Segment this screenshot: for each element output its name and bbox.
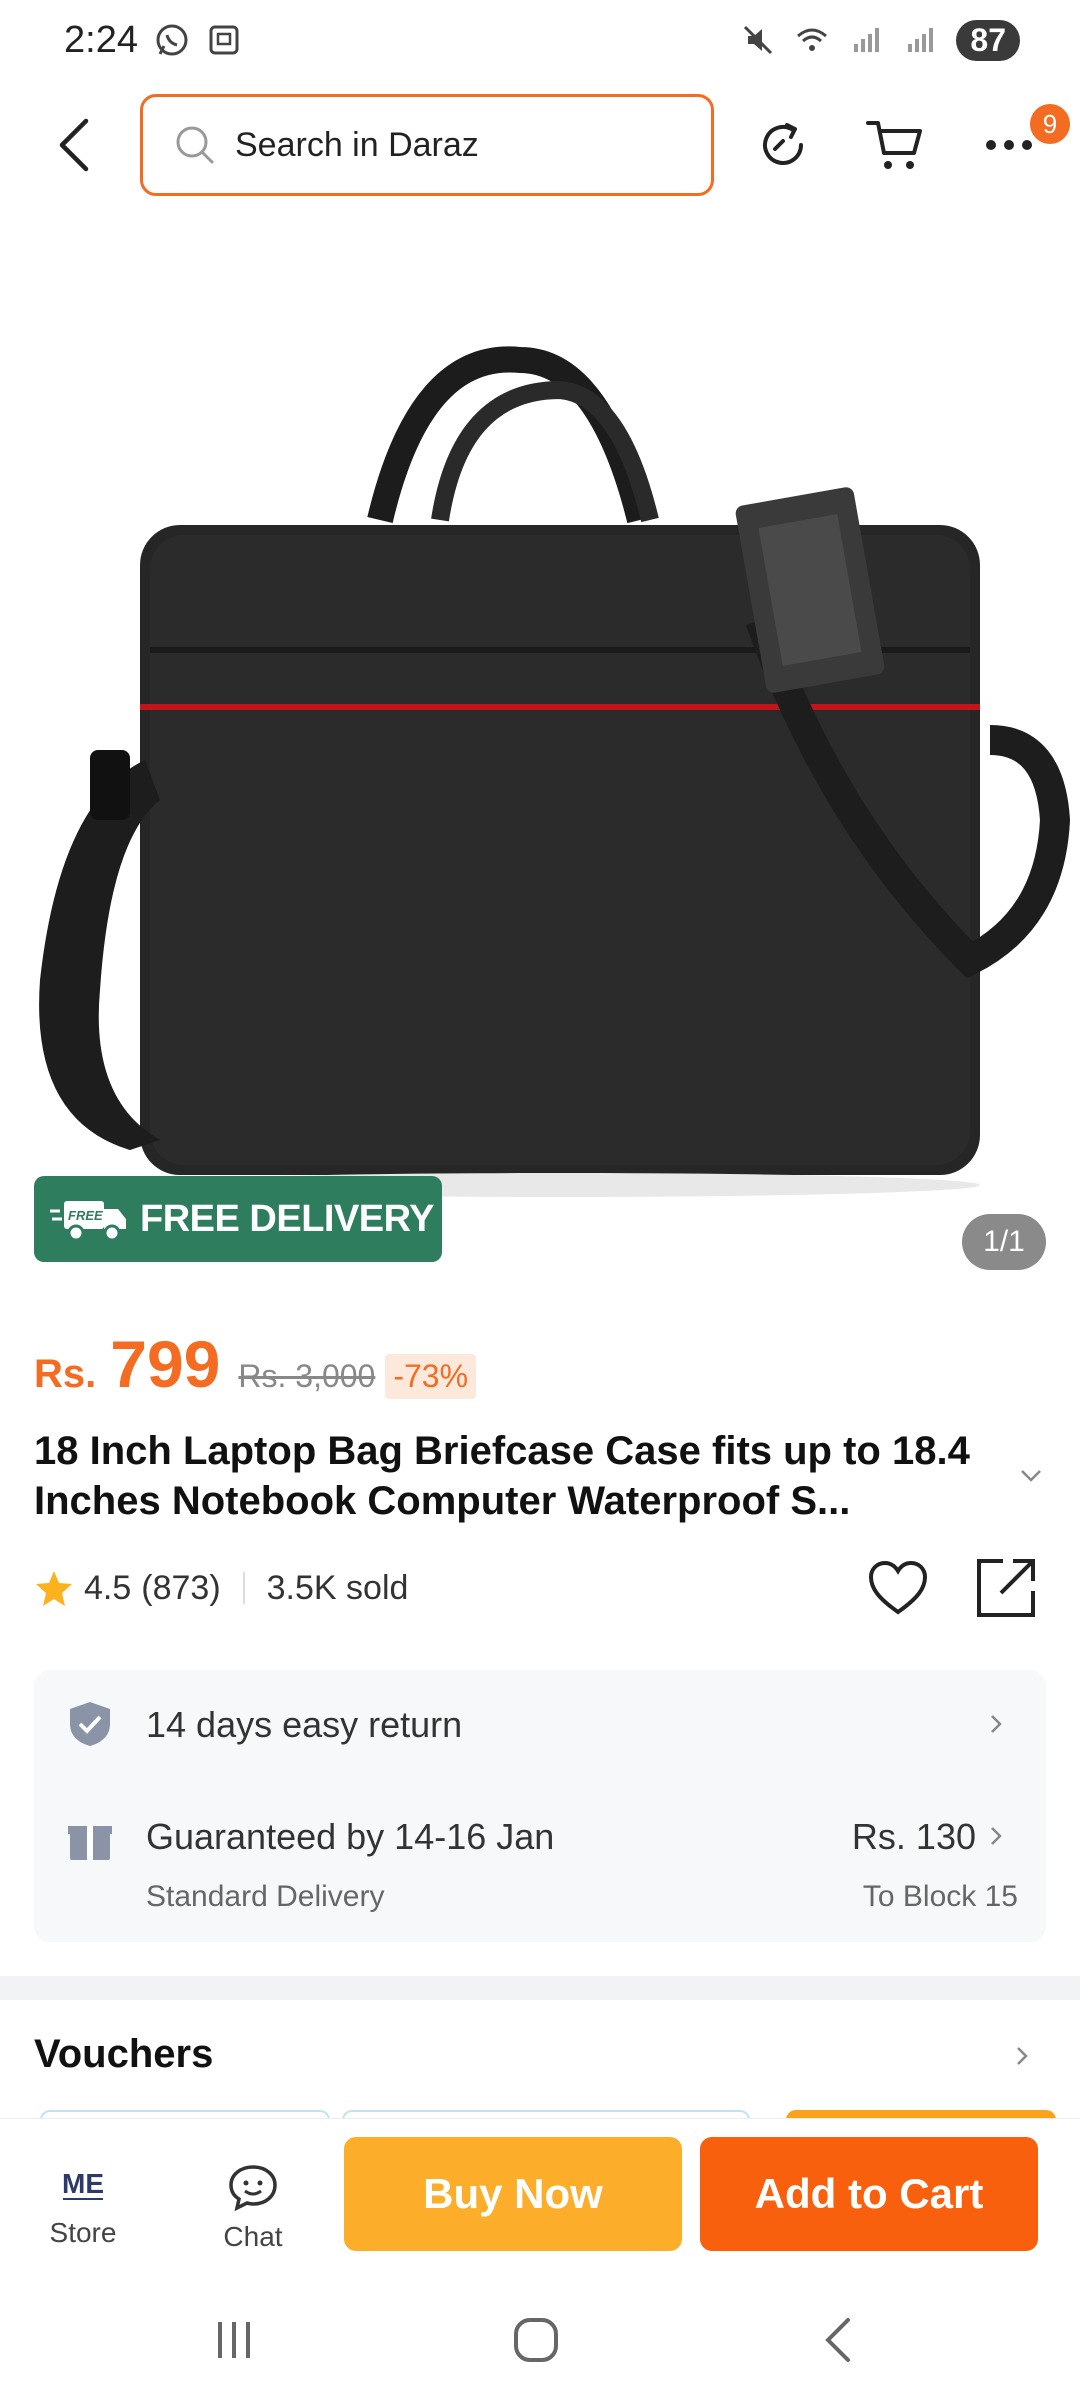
delivery-box-icon [68,1826,112,1860]
price-row: Rs. 799 Rs. 3,000 -73% [34,1326,477,1406]
add-to-cart-button[interactable]: Add to Cart [700,2137,1038,2251]
chat-button[interactable]: Chat [198,2163,308,2253]
chevron-right-icon [991,1715,1002,1733]
status-bar: 2:24 87 [0,0,1080,80]
delivery-row[interactable]: Guaranteed by 14-16 Jan Standard Deliver… [34,1780,1046,1940]
back-icon [825,2318,850,2362]
easy-return-label: 14 days easy return [146,1704,463,1745]
vouchers-title[interactable]: Vouchers [34,2032,213,2077]
chevron-right-icon [991,1827,1002,1845]
history-icon [763,123,803,165]
section-separator [0,1976,1080,2000]
store-button[interactable]: ME Store [28,2163,138,2249]
screenshot-icon [209,25,239,55]
recent-apps-button[interactable] [204,2310,264,2370]
buy-now-button[interactable]: Buy Now [344,2137,682,2251]
wifi-icon [797,28,828,51]
share-icon [977,1559,1035,1617]
whatsapp-icon [156,24,188,56]
price-value: 799 [110,1327,221,1401]
sold-count: 3.5K sold [266,1568,409,1607]
chat-icon [229,2165,277,2211]
status-right: 87 [740,19,1020,61]
store-logo: ME [62,2168,104,2199]
rating-value: 4.5 [84,1568,132,1607]
search-input[interactable]: Search in Daraz [140,94,714,196]
free-badge-text: FREE [68,1208,103,1223]
status-left: 2:24 [64,19,242,62]
more-dots-icon [986,140,1032,150]
cart-icon [866,121,922,169]
wishlist-button[interactable] [866,1556,930,1620]
back-button[interactable] [44,112,104,178]
top-nav: Search in Daraz 9 [0,90,1080,200]
mute-icon [744,25,773,55]
product-image[interactable] [0,220,1080,1280]
cart-button[interactable] [862,112,928,178]
bag-handle [367,346,653,524]
delivery-location: To Block 15 [862,1880,1018,1913]
history-button[interactable] [750,112,816,178]
price-currency: Rs. [34,1352,97,1396]
heart-icon [868,1560,928,1615]
system-nav-bar [0,2272,1080,2400]
delivery-truck-icon: FREE [50,1201,126,1242]
delivery-guarantee: Guaranteed by 14-16 Jan [146,1816,555,1857]
divider [242,1572,245,1604]
clock: 2:24 [64,18,138,61]
home-icon [514,2318,558,2362]
free-delivery-badge: FREE FREE DELIVERY [34,1176,442,1262]
delivery-price: Rs. 130 [851,1816,976,1857]
search-icon [176,126,214,164]
product-title: 18 Inch Laptop Bag Briefcase Case fits u… [34,1429,970,1523]
store-label: Store [49,2217,117,2248]
back-arrow-icon [59,118,89,172]
rating-row[interactable]: 4.5 (873) 3.5K sold [34,1558,408,1618]
delivery-type: Standard Delivery [146,1880,385,1913]
search-placeholder: Search in Daraz [235,125,479,164]
share-button[interactable] [974,1556,1038,1620]
home-button[interactable] [506,2310,566,2370]
original-price: Rs. 3,000 [238,1358,376,1394]
bottom-action-bar: ME Store Chat Buy Now Add to Cart [0,2118,1080,2268]
system-back-button[interactable] [808,2310,868,2370]
chevron-down-icon[interactable] [1016,1460,1046,1490]
star-icon [36,1571,72,1606]
review-count: (873) [141,1568,221,1607]
chat-label: Chat [223,2221,283,2252]
discount-badge: -73% [385,1354,477,1399]
image-counter: 1/1 [962,1214,1046,1270]
store-logo-icon: ME [62,2168,104,2200]
shield-check-icon [70,1702,110,1746]
service-card: 14 days easy return Guaranteed by 14-16 … [34,1670,1046,1942]
signal-icon [854,28,880,52]
recent-apps-icon [218,2322,250,2358]
easy-return-row[interactable]: 14 days easy return [34,1670,1046,1780]
chevron-right-icon[interactable] [1010,2044,1034,2068]
menu-notification-badge: 9 [1030,104,1070,144]
free-delivery-label: FREE DELIVERY [140,1197,435,1240]
battery-level: 87 [956,19,1020,61]
signal-icon [908,28,934,52]
product-title-block[interactable]: 18 Inch Laptop Bag Briefcase Case fits u… [34,1426,1014,1526]
